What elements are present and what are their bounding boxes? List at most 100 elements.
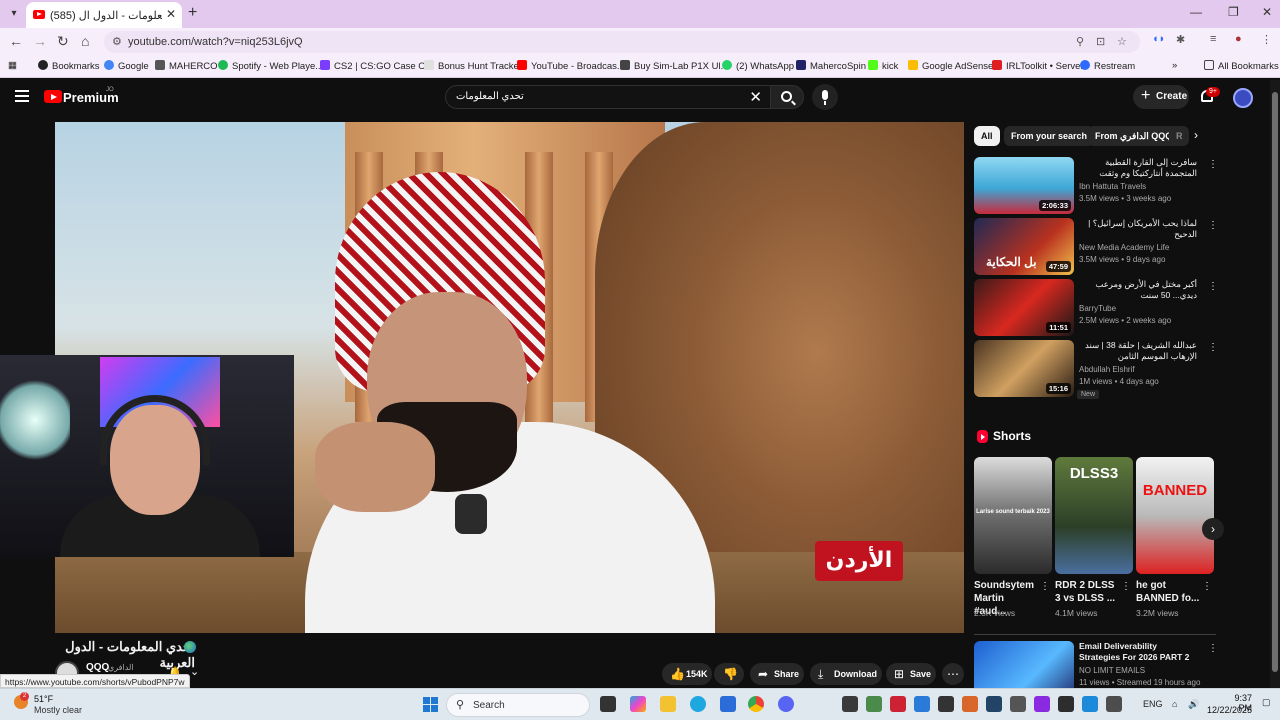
app-icon[interactable] (866, 696, 882, 712)
app-icon[interactable] (1058, 696, 1074, 712)
address-bar[interactable]: ⚙ youtube.com/watch?v=niq253L6jvQ ⚲ ⊡ ☆ (104, 31, 1140, 53)
more-options-icon[interactable]: ⋮ (1208, 281, 1218, 292)
apps-grid-icon[interactable]: ▦ (8, 60, 17, 71)
dislike-button[interactable]: 👎 (714, 663, 744, 685)
app-icon[interactable] (890, 696, 906, 712)
bookmark-item[interactable]: CS2 | CS:GO Case O... (320, 60, 434, 72)
short-card[interactable]: BANNED he got BANNED fo... 3.2M views ⋮ (1136, 457, 1214, 627)
channel-name[interactable]: QQQ (86, 662, 109, 673)
more-options-icon[interactable]: ⋮ (1202, 581, 1212, 592)
network-icon[interactable]: ⌂ (1172, 699, 1177, 709)
browser-menu-icon[interactable]: ⋮ (1261, 33, 1272, 46)
task-view-icon[interactable] (600, 696, 616, 712)
chip-all[interactable]: All (974, 126, 1000, 146)
search-button[interactable] (770, 85, 804, 109)
more-options-icon[interactable]: ⋮ (1208, 220, 1218, 231)
new-tab-button[interactable]: + (188, 4, 197, 22)
notifications-icon[interactable]: ▢ (1262, 697, 1271, 708)
more-actions-button[interactable]: ⋯ (942, 663, 964, 685)
bookmark-star-icon[interactable]: ☆ (1117, 35, 1127, 48)
bookmark-item[interactable]: Buy Sim-Lab P1X Ul... (620, 60, 729, 72)
recommended-video[interactable]: 2:06:33 سافرت إلى القارة القطبية المتجمد… (974, 157, 1218, 215)
app-icon[interactable] (962, 696, 978, 712)
bookmark-item[interactable]: MahercoSpin (796, 60, 866, 72)
more-options-icon[interactable]: ⋮ (1040, 581, 1050, 592)
short-card[interactable]: DLSS3 RDR 2 DLSS 3 vs DLSS ... 4.1M view… (1055, 457, 1133, 627)
chevron-down-icon[interactable]: ⌄ (190, 665, 199, 678)
back-icon[interactable]: ← (9, 33, 23, 49)
bookmark-item[interactable]: YouTube - Broadcas... (517, 60, 625, 72)
app-icon[interactable] (914, 696, 930, 712)
more-options-icon[interactable]: ⋮ (1208, 159, 1218, 170)
bookmark-item[interactable]: kick (868, 60, 898, 72)
app-icon[interactable] (986, 696, 1002, 712)
windows-start-icon[interactable] (423, 697, 438, 712)
bookmark-item[interactable]: (2) WhatsApp (722, 60, 794, 72)
scrollbar-thumb[interactable] (1272, 92, 1278, 672)
bookmark-item[interactable]: IRLToolkit • Server (992, 60, 1084, 72)
shorts-next-icon[interactable]: › (1202, 518, 1224, 540)
tab-close-icon[interactable]: ✕ (166, 7, 176, 21)
bookmark-item[interactable]: Google AdSense (908, 60, 993, 72)
youtube-logo-icon[interactable] (44, 90, 62, 103)
bookmark-item[interactable]: Spotify - Web Playe... (218, 60, 323, 72)
app-icon[interactable] (1082, 696, 1098, 712)
reload-icon[interactable]: ↻ (57, 33, 69, 50)
bookmark-item[interactable]: Restream (1080, 60, 1135, 72)
recommended-video[interactable]: 11:51 أكبر مختل في الأرض ومرعب ديدي... 5… (974, 279, 1218, 337)
taskbar-search[interactable]: ⚲ Search (446, 693, 590, 717)
short-card[interactable]: Larise sound terbaik 2023 Soundsytem Mar… (974, 457, 1052, 627)
create-button[interactable]: + Create (1133, 85, 1189, 109)
site-info-icon[interactable]: ⚙ (112, 35, 122, 48)
edge-icon[interactable] (690, 696, 706, 712)
zoom-icon[interactable]: ⚲ (1076, 35, 1084, 48)
app-icon[interactable] (1106, 696, 1122, 712)
more-options-icon[interactable]: ⋮ (1121, 581, 1131, 592)
like-button[interactable]: 👍 154K (662, 663, 712, 685)
bookmark-item[interactable]: Bookmarks (38, 60, 100, 72)
menu-icon[interactable] (15, 90, 29, 102)
home-icon[interactable]: ⌂ (81, 33, 89, 49)
store-icon[interactable] (720, 696, 736, 712)
chip-from-search[interactable]: From your search (1004, 126, 1095, 146)
discord-icon[interactable] (778, 696, 794, 712)
chip-related[interactable]: R (1169, 126, 1189, 146)
close-window-icon[interactable]: ✕ (1262, 5, 1272, 19)
restore-icon[interactable]: ❐ (1228, 5, 1239, 19)
chip-from-channel[interactable]: From الدافري QQQ (1088, 126, 1180, 146)
file-explorer-icon[interactable] (660, 696, 676, 712)
install-app-icon[interactable]: ⊡ (1096, 35, 1105, 48)
browser-tab[interactable]: (585) تحدي المعلومات - الدول ال ✕ (26, 2, 182, 28)
all-bookmarks-folder[interactable]: All Bookmarks (1204, 60, 1279, 72)
bookmark-item[interactable]: MAHERCO (155, 60, 218, 72)
account-avatar[interactable] (1233, 88, 1253, 108)
obs-icon[interactable] (842, 696, 858, 712)
language-indicator[interactable]: ENG (1143, 699, 1163, 709)
chrome-icon[interactable] (748, 696, 764, 712)
save-button[interactable]: ⊞ Save (886, 663, 936, 685)
more-options-icon[interactable]: ⋮ (1208, 643, 1218, 654)
extension-icon[interactable]: ◖◗ (1152, 33, 1165, 45)
voice-search-icon[interactable] (812, 84, 838, 110)
copilot-icon[interactable] (630, 696, 646, 712)
more-options-icon[interactable]: ⋮ (1208, 342, 1218, 353)
share-button[interactable]: ➦ Share (750, 663, 804, 685)
more-bookmarks-icon[interactable]: » (1172, 60, 1177, 71)
volume-icon[interactable]: 🔊 (1188, 699, 1199, 710)
profile-icon[interactable]: ● (1235, 33, 1242, 45)
app-icon[interactable] (1034, 696, 1050, 712)
download-button[interactable]: ⤓ Download (810, 663, 882, 685)
search-input[interactable]: تحدي المعلومات ✕ (445, 85, 771, 109)
bookmark-item[interactable]: Google (104, 60, 149, 72)
clear-search-icon[interactable]: ✕ (749, 88, 762, 106)
app-icon[interactable] (1010, 696, 1026, 712)
forward-icon[interactable]: → (33, 33, 47, 49)
tab-search-icon[interactable]: ▾ (6, 6, 22, 22)
extensions-puzzle-icon[interactable]: ✱ (1176, 33, 1185, 46)
recommended-video[interactable]: بل الحكاية 47:59 لماذا يحب الأمريكان إسر… (974, 218, 1218, 276)
chips-next-icon[interactable]: › (1194, 128, 1198, 142)
bookmark-item[interactable]: Bonus Hunt Tracker (424, 60, 522, 72)
app-icon[interactable] (938, 696, 954, 712)
media-control-icon[interactable]: ≡ (1210, 33, 1216, 45)
minimize-icon[interactable]: — (1190, 5, 1202, 19)
